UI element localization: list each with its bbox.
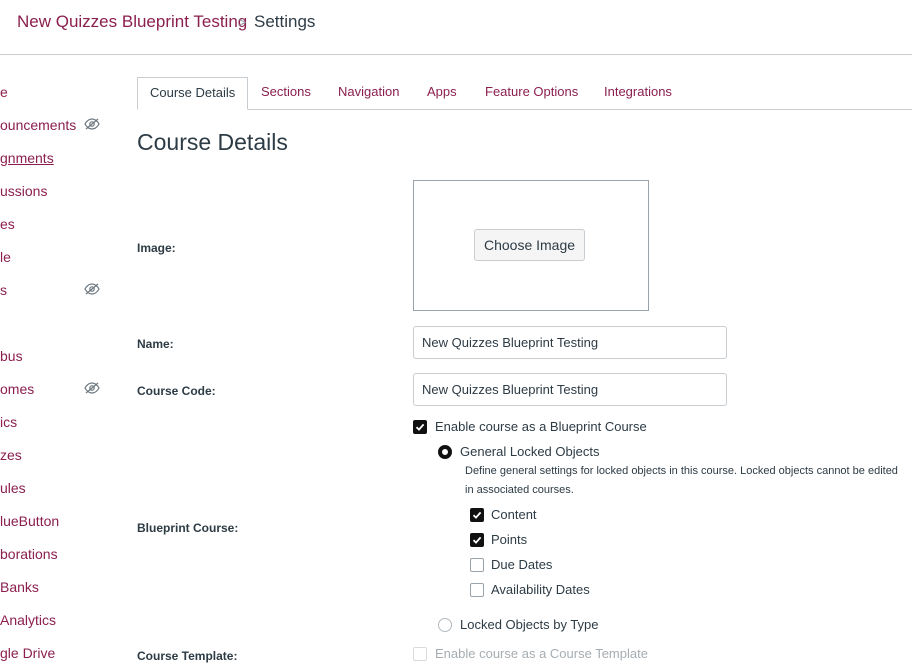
- check-icon: [415, 423, 425, 431]
- general-locked-help: Define general settings for locked objec…: [465, 465, 898, 496]
- tab-navigation[interactable]: Navigation: [338, 77, 399, 109]
- course-code-label: Course Code:: [137, 384, 216, 398]
- due-dates-label: Due Dates: [491, 557, 553, 572]
- header: New Quizzes Blueprint Testing > Settings: [0, 0, 912, 55]
- nav-item-home[interactable]: e: [0, 84, 8, 100]
- blueprint-course-label: Blueprint Course:: [137, 521, 239, 535]
- nav-item-google-drive[interactable]: gle Drive: [0, 645, 55, 661]
- nav-item-announcements[interactable]: ouncements: [0, 117, 76, 133]
- eye-slash-icon[interactable]: [84, 283, 100, 295]
- enable-blueprint-label: Enable course as a Blueprint Course: [435, 419, 647, 434]
- nav-item-pages[interactable]: s: [0, 282, 7, 298]
- enable-template-checkbox[interactable]: [413, 647, 427, 661]
- tab-feature-options[interactable]: Feature Options: [485, 77, 578, 109]
- nav-item-assignments[interactable]: gnments: [0, 150, 54, 166]
- nav-item-modules[interactable]: ules: [0, 480, 26, 496]
- enable-template-label: Enable course as a Course Template: [435, 646, 648, 661]
- name-label: Name:: [137, 337, 174, 351]
- general-locked-label: General Locked Objects: [460, 444, 600, 459]
- image-label: Image:: [137, 241, 176, 255]
- locked-by-type-radio[interactable]: [438, 618, 452, 632]
- course-name-input[interactable]: New Quizzes Blueprint Testing: [413, 326, 727, 359]
- nav-item-analytics[interactable]: Analytics: [0, 612, 56, 628]
- page-title: Course Details: [137, 129, 288, 155]
- eye-slash-icon[interactable]: [84, 382, 100, 394]
- points-label: Points: [491, 532, 528, 547]
- check-icon: [472, 536, 482, 544]
- nav-item-bluebutton[interactable]: lueButton: [0, 513, 59, 529]
- tabs-divider: [137, 109, 912, 110]
- availability-dates-checkbox[interactable]: [470, 583, 484, 597]
- nav-item-syllabus[interactable]: bus: [0, 348, 23, 364]
- general-locked-radio[interactable]: [438, 445, 452, 459]
- choose-image-button[interactable]: Choose Image: [474, 229, 585, 261]
- enable-blueprint-checkbox[interactable]: [413, 420, 427, 434]
- tab-apps[interactable]: Apps: [427, 77, 457, 109]
- nav-item-discussions[interactable]: ussions: [0, 183, 47, 199]
- nav-item-collaborations[interactable]: borations: [0, 546, 58, 562]
- content-checkbox[interactable]: [470, 508, 484, 522]
- nav-item-rubrics[interactable]: ics: [0, 414, 17, 430]
- availability-dates-label: Availability Dates: [491, 582, 590, 597]
- tab-course-details[interactable]: Course Details: [137, 77, 249, 110]
- tab-integrations[interactable]: Integrations: [604, 77, 672, 109]
- content-label: Content: [491, 507, 537, 522]
- locked-by-type-label: Locked Objects by Type: [460, 617, 599, 632]
- points-checkbox[interactable]: [470, 533, 484, 547]
- eye-slash-icon[interactable]: [84, 118, 100, 130]
- breadcrumb-separator-icon: >: [238, 14, 247, 30]
- tab-sections[interactable]: Sections: [261, 77, 311, 109]
- course-template-label: Course Template:: [137, 649, 238, 663]
- due-dates-checkbox[interactable]: [470, 558, 484, 572]
- check-icon: [472, 511, 482, 519]
- breadcrumb-course-link[interactable]: New Quizzes Blueprint Testing: [17, 12, 247, 32]
- nav-item-quizzes[interactable]: zes: [0, 447, 22, 463]
- nav-item-people[interactable]: le: [0, 249, 11, 265]
- nav-item-outcomes[interactable]: omes: [0, 381, 34, 397]
- breadcrumb-current: Settings: [254, 12, 316, 31]
- course-code-input[interactable]: New Quizzes Blueprint Testing: [413, 373, 727, 406]
- nav-item-item-banks[interactable]: Banks: [0, 579, 39, 595]
- nav-item-grades[interactable]: es: [0, 216, 15, 232]
